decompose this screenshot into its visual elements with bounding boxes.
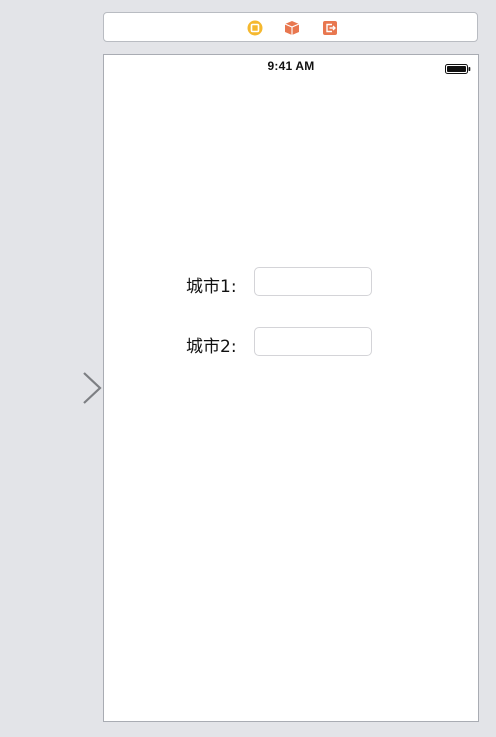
first-responder-icon[interactable] (284, 20, 300, 36)
city2-input[interactable] (254, 327, 372, 356)
city2-label: 城市2: (186, 337, 237, 357)
view-controller-icon[interactable] (247, 20, 263, 36)
city1-label: 城市1: (186, 277, 237, 297)
city1-input[interactable] (254, 267, 372, 296)
exit-icon[interactable] (322, 20, 338, 36)
iphone-canvas: 9:41 AM 城市1: 城市2: (103, 54, 479, 722)
scene-dock (103, 12, 478, 42)
status-bar-time: 9:41 AM (267, 59, 315, 73)
battery-icon (445, 61, 471, 74)
entry-point-arrow-icon[interactable] (0, 371, 104, 407)
